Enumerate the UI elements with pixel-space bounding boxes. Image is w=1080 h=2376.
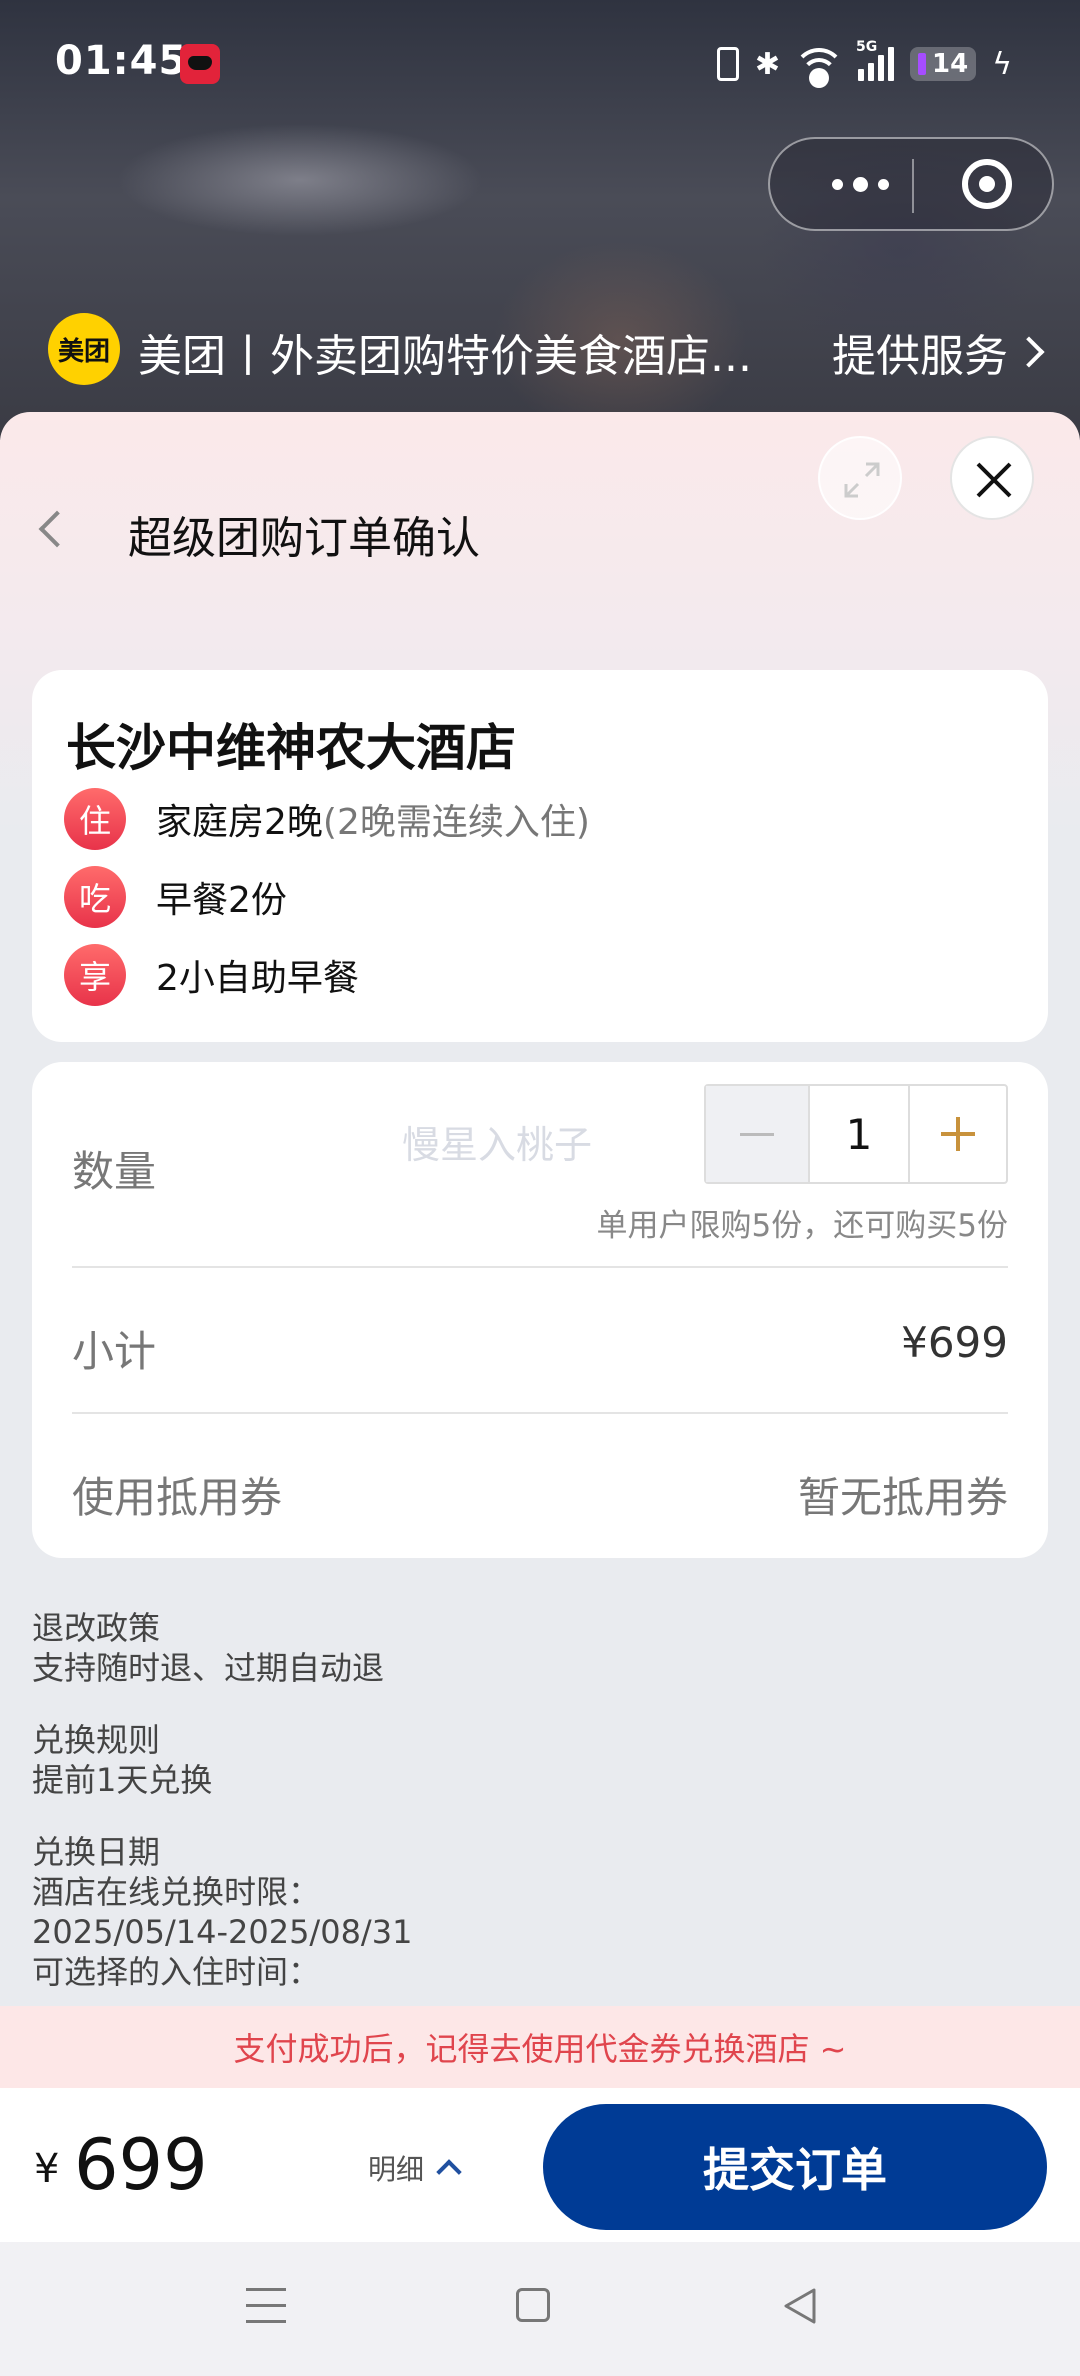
- package-item: 吃 早餐2份: [64, 866, 287, 928]
- submit-order-button[interactable]: 提交订单: [543, 2104, 1047, 2230]
- status-bar: 01:45 ✱ 5G 14 ϟ: [0, 0, 1080, 130]
- policy-line: 2025/05/14-2025/08/31: [32, 1913, 413, 1951]
- policy-block: 兑换日期 酒店在线兑换时限： 2025/05/14-2025/08/31 可选择…: [32, 1832, 1032, 1992]
- notification-app-icon: [180, 44, 220, 84]
- quantity-label: 数量: [72, 1147, 157, 1196]
- policy-line: 提前1天兑换: [32, 1761, 213, 1799]
- page-title: 超级团购订单确认: [128, 513, 480, 564]
- back-nav-icon[interactable]: [780, 2286, 820, 2326]
- enjoy-badge: 享: [64, 944, 126, 1006]
- policy-section: 退改政策 支持随时退、过期自动退 兑换规则 提前1天兑换 兑换日期 酒店在线兑换…: [32, 1608, 1032, 2024]
- package-item-text: 早餐2份: [156, 880, 287, 921]
- order-detail-card: 数量 慢星入桃子 1 单用户限购5份，还可购买5份 小计 ¥699 使用抵用券 …: [32, 1062, 1048, 1558]
- subtotal-label: 小计: [72, 1327, 157, 1376]
- policy-line: 可选择的入住时间：: [32, 1953, 321, 1991]
- policy-block: 兑换规则 提前1天兑换: [32, 1720, 1032, 1800]
- back-icon[interactable]: [38, 510, 76, 548]
- purchase-limit-text: 单用户限购5份，还可购买5份: [596, 1208, 1008, 1244]
- subtotal-value: ¥699: [901, 1318, 1008, 1367]
- quantity-stepper: 1: [704, 1084, 1008, 1184]
- provide-service-label: 提供服务: [832, 331, 1008, 382]
- mini-program-close-icon[interactable]: [962, 159, 1012, 209]
- service-title: 美团丨外卖团购特价美食酒店...: [138, 331, 752, 382]
- more-icon[interactable]: [810, 159, 910, 209]
- policy-line: 酒店在线兑换时限：: [32, 1873, 321, 1911]
- divider: [72, 1266, 1008, 1268]
- battery-icon: 14: [910, 47, 977, 81]
- expand-icon: [844, 462, 880, 498]
- policy-title: 兑换规则: [32, 1721, 161, 1759]
- close-button[interactable]: [950, 436, 1034, 520]
- food-badge: 吃: [64, 866, 126, 928]
- policy-block: 退改政策 支持随时退、过期自动退: [32, 1608, 1032, 1688]
- policy-line: 支持随时退、过期自动退: [32, 1649, 385, 1687]
- hotel-card: 长沙中维神农大酒店 住 家庭房2晚(2晚需连续入住) 吃 早餐2份 享 2小自助…: [32, 670, 1048, 1042]
- quantity-value[interactable]: 1: [808, 1086, 910, 1182]
- minus-icon: [740, 1132, 774, 1136]
- mini-program-capsule: [768, 137, 1054, 231]
- signal-icon: 5G: [856, 39, 895, 81]
- stay-badge: 住: [64, 788, 126, 850]
- payment-tip-bar: 支付成功后，记得去使用代金券兑换酒店 ~: [0, 2006, 1080, 2088]
- coupon-label[interactable]: 使用抵用券: [72, 1464, 282, 1525]
- expand-button[interactable]: [818, 436, 902, 520]
- watermark: 慢星入桃子: [402, 1123, 593, 1167]
- service-bar: 美团 美团丨外卖团购特价美食酒店... 提供服务: [0, 300, 1080, 390]
- network-type: 5G: [856, 39, 878, 55]
- detail-label: 明细: [368, 2153, 425, 2186]
- checkout-bar: ¥ 699 明细 提交订单: [0, 2088, 1080, 2242]
- menu-nav-icon[interactable]: [246, 2288, 286, 2324]
- chevron-right-icon: [1013, 336, 1045, 368]
- order-sheet: 超级团购订单确认 长沙中维神农大酒店 住 家庭房2晚(2晚需连续入住) 吃 早餐…: [0, 412, 1080, 2376]
- system-nav-bar: [0, 2242, 1080, 2376]
- provide-service-link[interactable]: 提供服务: [832, 320, 1045, 384]
- price-currency: ¥: [34, 2146, 60, 2192]
- package-item: 享 2小自助早餐: [64, 944, 359, 1006]
- coupon-value[interactable]: 暂无抵用券: [798, 1464, 1008, 1525]
- package-item: 住 家庭房2晚(2晚需连续入住): [64, 788, 590, 850]
- meituan-logo: 美团: [48, 313, 120, 385]
- hotel-name: 长沙中维神农大酒店: [66, 719, 516, 777]
- minus-button[interactable]: [706, 1086, 808, 1182]
- sheet-header: 超级团购订单确认: [0, 412, 1080, 612]
- policy-title: 兑换日期: [32, 1833, 161, 1871]
- package-item-text: 家庭房2晚(2晚需连续入住): [156, 802, 590, 843]
- policy-title: 退改政策: [32, 1609, 161, 1647]
- wifi-icon: [793, 48, 846, 88]
- status-time: 01:45: [55, 38, 188, 84]
- package-item-text: 2小自助早餐: [156, 958, 359, 999]
- chevron-up-icon: [436, 2159, 462, 2185]
- status-icons: ✱ 5G 14 ϟ: [716, 39, 1012, 88]
- battery-level: 14: [932, 49, 969, 79]
- home-nav-icon[interactable]: [516, 2288, 550, 2322]
- capsule-divider: [912, 159, 914, 213]
- vibrate-icon: [716, 47, 739, 81]
- close-icon: [976, 462, 1012, 498]
- charging-icon: ϟ: [992, 46, 1012, 82]
- bluetooth-icon: ✱: [754, 46, 781, 82]
- price-detail-toggle[interactable]: 明细: [368, 2148, 462, 2188]
- total-price: 699: [74, 2124, 208, 2206]
- divider: [72, 1412, 1008, 1414]
- plus-button[interactable]: [910, 1086, 1006, 1182]
